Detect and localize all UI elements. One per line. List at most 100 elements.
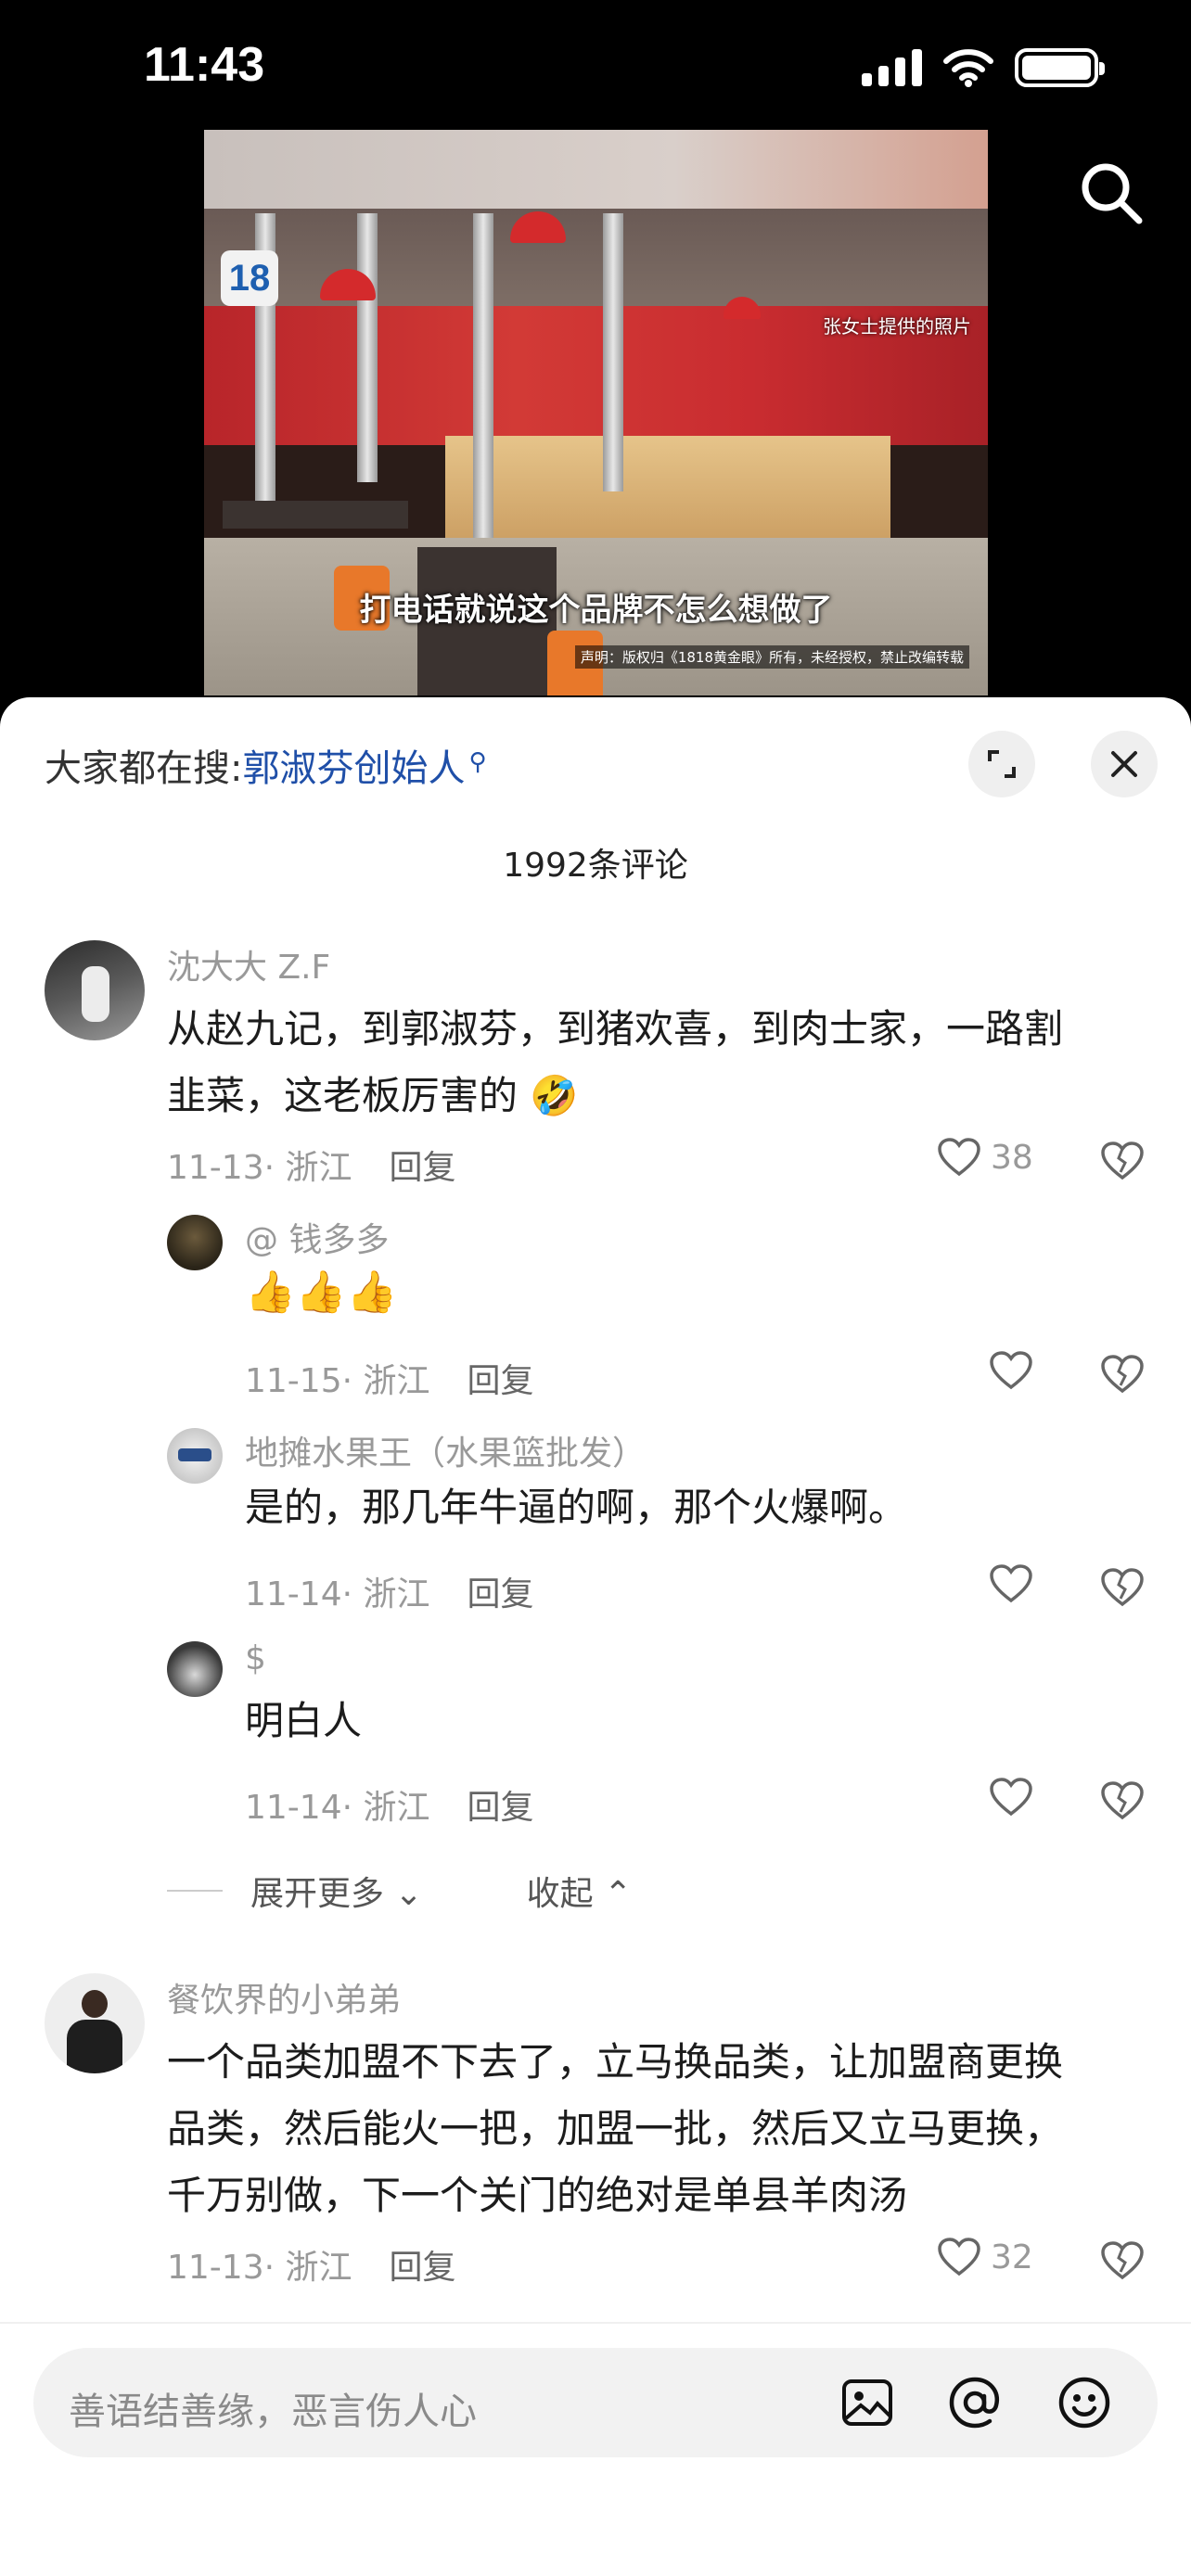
comment-text-line: 千万别做，下一个关门的绝对是单县羊肉汤 — [167, 2173, 908, 2218]
thread-controls: 展开更多 ⌄ 收起 ⌃ — [167, 1868, 632, 1914]
comment-text-line: 韭菜，这老板厉害的 🤣 — [167, 1063, 1132, 1129]
input-divider — [0, 2322, 1191, 2324]
trending-search-keyword[interactable]: 郭淑芬创始人 — [242, 747, 465, 790]
close-button[interactable] — [1091, 731, 1158, 797]
comment-count: 1992条评论 — [503, 847, 688, 885]
search-icon[interactable] — [1074, 156, 1148, 230]
comment-text: 从赵九记，到郭淑芬，到猪欢喜，到肉士家，一路割 韭菜，这老板厉害的 🤣 — [167, 996, 1132, 1129]
rofl-emoji: 🤣 — [530, 1073, 579, 1118]
comment-meta: 11-14· 浙江 回复 — [245, 1575, 534, 1613]
close-icon — [1111, 751, 1137, 777]
broken-heart-icon[interactable] — [1100, 1780, 1145, 1821]
comment-meta: 11-15· 浙江 回复 — [245, 1362, 534, 1400]
reply-button[interactable]: 回复 — [467, 1362, 534, 1400]
comment-sheet: 大家都在搜:郭淑芬创始人 ⚲ 1992条评论 沈大大 Z.F 从赵九记，到郭淑芬，… — [0, 697, 1191, 2576]
expand-more-label: 展开更多 — [250, 1875, 385, 1913]
video-subtitle: 打电话就说这个品牌不怎么想做了 — [359, 592, 833, 629]
thread-divider — [167, 1890, 223, 1892]
avatar[interactable] — [45, 1973, 145, 2073]
heart-icon — [990, 1778, 1032, 1817]
comment-text: 是的，那几年牛逼的啊，那个火爆啊。 — [245, 1485, 908, 1530]
comment-date: 11-14 — [245, 1789, 342, 1827]
like-button[interactable] — [989, 1563, 1033, 1604]
like-button[interactable]: 32 — [937, 2237, 1033, 2277]
collapse-button[interactable]: 收起 ⌃ — [527, 1867, 633, 1915]
expand-button[interactable] — [968, 731, 1035, 797]
avatar[interactable] — [45, 940, 145, 1040]
comment-username[interactable]: @ 钱多多 — [245, 1213, 389, 1261]
broken-heart-icon[interactable] — [1100, 2240, 1145, 2281]
like-button[interactable]: 38 — [937, 1137, 1033, 1178]
status-icons — [862, 48, 1105, 87]
heart-icon — [938, 1138, 980, 1177]
comment-text-line-content: 韭菜，这老板厉害的 — [167, 1073, 519, 1118]
photo-credit: 张女士提供的照片 — [823, 315, 971, 338]
comment-location: 浙江 — [285, 2249, 352, 2287]
expand-more-button[interactable]: 展开更多 ⌄ — [250, 1867, 423, 1915]
like-count: 32 — [991, 2238, 1033, 2276]
video-exhaust-pipe — [473, 213, 493, 538]
comment-meta: 11-13· 浙江 回复 — [167, 1149, 456, 1187]
like-count: 38 — [991, 1138, 1033, 1177]
video-player[interactable]: 18 张女士提供的照片 打电话就说这个品牌不怎么想做了 声明：版权归《1818黄… — [204, 130, 988, 695]
video-table — [223, 501, 408, 529]
comment-username[interactable]: 地摊水果王（水果篮批发） — [245, 1426, 646, 1474]
comment-input[interactable]: 善语结善缘，恶言伤人心 — [33, 2348, 1158, 2457]
reply-button[interactable]: 回复 — [390, 1149, 456, 1187]
battery-icon — [1015, 48, 1105, 87]
comment-date: 11-14 — [245, 1575, 342, 1613]
reply-button[interactable]: 回复 — [390, 2249, 456, 2287]
reply-button[interactable]: 回复 — [467, 1575, 534, 1613]
video-top-band — [204, 130, 988, 209]
heart-icon — [990, 1351, 1032, 1390]
comment-location: 浙江 — [363, 1575, 430, 1613]
comment-date: 11-13 — [167, 1149, 264, 1187]
chevron-down-icon: ⌄ — [384, 1875, 423, 1913]
like-button[interactable] — [989, 1777, 1033, 1817]
broken-heart-icon[interactable] — [1100, 1567, 1145, 1608]
comment-username[interactable]: 餐饮界的小弟弟 — [167, 1973, 401, 2021]
trending-search-prefix: 大家都在搜: — [45, 747, 243, 790]
cellular-signal-icon — [862, 49, 922, 86]
comment-location: 浙江 — [285, 1149, 352, 1187]
channel-logo: 18 — [221, 250, 278, 306]
at-icon[interactable] — [948, 2376, 1002, 2429]
trending-search[interactable]: 大家都在搜:郭淑芬创始人 ⚲ — [45, 738, 487, 792]
comment-text-line: 从赵九记，到郭淑芬，到猪欢喜，到肉士家，一路割 — [167, 1006, 1064, 1052]
smiley-icon[interactable] — [1057, 2376, 1111, 2429]
status-bar: 11:43 — [0, 0, 1191, 130]
avatar[interactable] — [167, 1428, 223, 1484]
keyword-search-icon: ⚲ — [468, 748, 487, 776]
comment-text: 明白人 — [245, 1698, 363, 1743]
comment-meta: 11-13· 浙江 回复 — [167, 2249, 456, 2287]
comment-username[interactable]: 沈大大 Z.F — [167, 940, 330, 988]
comment-location: 浙江 — [363, 1362, 430, 1400]
heart-icon — [938, 2238, 980, 2276]
comment-location: 浙江 — [363, 1789, 430, 1827]
copyright-notice: 声明：版权归《1818黄金眼》所有，未经授权，禁止改编转载 — [574, 645, 969, 669]
broken-heart-icon[interactable] — [1100, 1141, 1145, 1181]
like-button[interactable] — [989, 1350, 1033, 1391]
chevron-up-icon: ⌃ — [593, 1875, 633, 1913]
comment-text: 一个品类加盟不下去了，立马换品类，让加盟商更换 品类，然后能火一把，加盟一批，然… — [167, 2029, 1150, 2229]
comment-username[interactable]: $ — [245, 1639, 266, 1677]
reply-button[interactable]: 回复 — [467, 1789, 534, 1827]
avatar[interactable] — [167, 1641, 223, 1697]
comment-text: 👍👍👍 — [245, 1269, 398, 1316]
comment-text-line: 品类，然后能火一把，加盟一批，然后又立马更换， — [167, 2106, 1064, 2151]
expand-icon — [988, 750, 1016, 778]
comment-text-line: 一个品类加盟不下去了，立马换品类，让加盟商更换 — [167, 2039, 1064, 2085]
heart-icon — [990, 1564, 1032, 1603]
comment-input-placeholder: 善语结善缘，恶言伤人心 — [69, 2391, 477, 2433]
comment-date: 11-13 — [167, 2249, 264, 2287]
comment-meta: 11-14· 浙江 回复 — [245, 1789, 534, 1827]
status-time: 11:43 — [144, 38, 265, 92]
wifi-icon — [943, 49, 993, 87]
video-exhaust-pipe — [603, 213, 623, 491]
avatar[interactable] — [167, 1215, 223, 1270]
collapse-label: 收起 — [526, 1875, 594, 1913]
image-icon[interactable] — [840, 2376, 894, 2429]
video-exhaust-pipe — [357, 213, 378, 482]
broken-heart-icon[interactable] — [1100, 1354, 1145, 1395]
comment-date: 11-15 — [245, 1362, 342, 1400]
